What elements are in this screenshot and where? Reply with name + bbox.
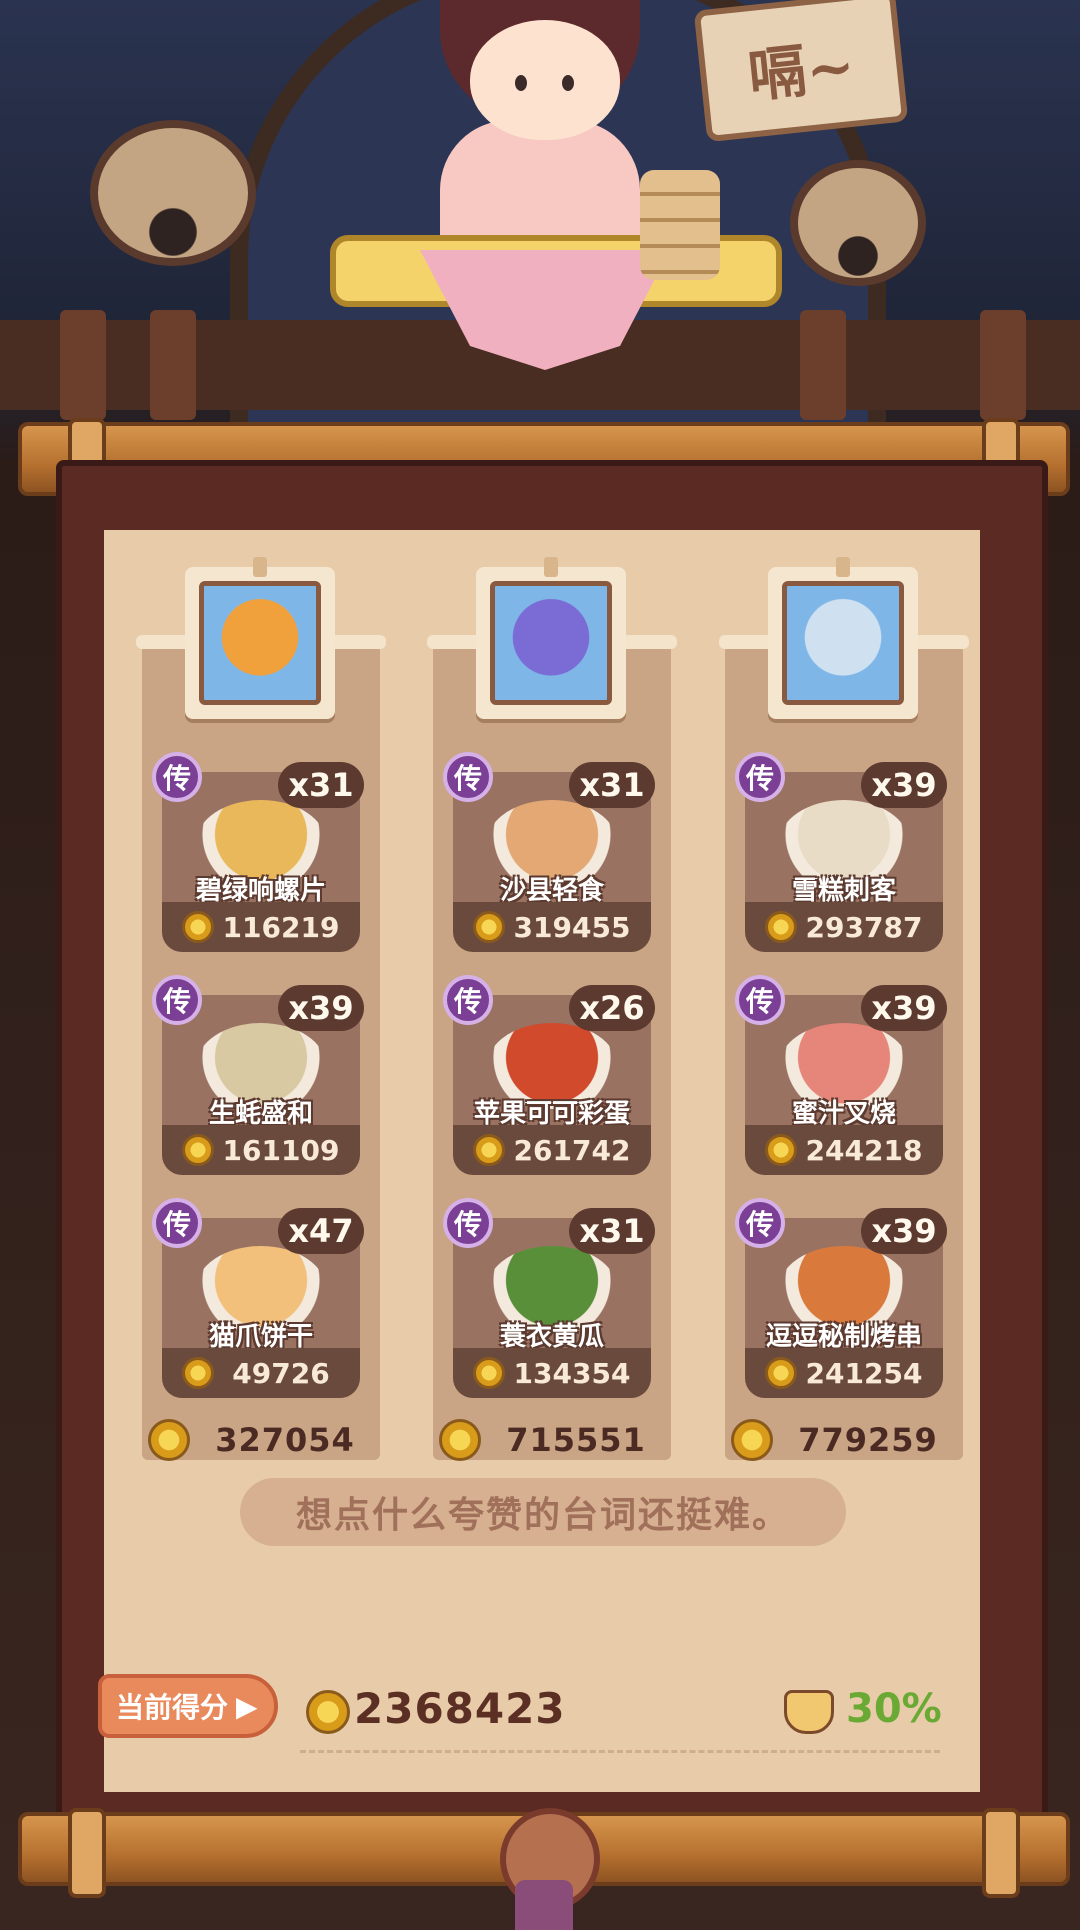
dish-price-row: 319455 — [453, 902, 651, 952]
column-total: 779259 — [725, 1418, 963, 1462]
dish-price-row: 241254 — [745, 1348, 943, 1398]
dish-price: 116219 — [222, 910, 340, 944]
legend-rarity-badge: 传 — [443, 752, 493, 802]
sign-text: 嗝~ — [744, 31, 859, 111]
coin-icon — [731, 1419, 773, 1461]
dish-count: x31 — [569, 1208, 655, 1254]
blue-haired-character-portrait[interactable] — [476, 557, 626, 719]
pin-icon — [544, 557, 558, 577]
dish-count: x39 — [861, 1208, 947, 1254]
dish-price: 261742 — [513, 1133, 631, 1167]
current-score-label: 当前得分 — [116, 1691, 229, 1724]
dish-count: x31 — [569, 762, 655, 808]
legend-rarity-badge: 传 — [443, 975, 493, 1025]
dish-card[interactable]: 传 x39 雪糕刺客 293787 — [735, 752, 947, 958]
coin-icon — [182, 911, 214, 943]
coin-icon — [765, 1134, 797, 1166]
coin-icon — [182, 1134, 214, 1166]
column-total-value: 715551 — [506, 1421, 646, 1459]
dish-price: 241254 — [805, 1356, 923, 1390]
dish-card[interactable]: 传 x31 碧绿响螺片 116219 — [152, 752, 364, 958]
legend-rarity-badge: 传 — [152, 1198, 202, 1248]
dish-card[interactable]: 传 x39 蜜汁叉烧 244218 — [735, 975, 947, 1181]
dish-count: x39 — [278, 985, 364, 1031]
white-haired-character-portrait[interactable] — [768, 557, 918, 719]
tassel-ornament — [515, 1880, 573, 1930]
dish-card[interactable]: 传 x31 蓑衣黄瓜 134354 — [443, 1198, 655, 1404]
dish-card[interactable]: 传 x31 沙县轻食 319455 — [443, 752, 655, 958]
dish-price-row: 134354 — [453, 1348, 651, 1398]
dish-price-row: 293787 — [745, 902, 943, 952]
coin-icon — [148, 1419, 190, 1461]
legend-rarity-badge: 传 — [152, 975, 202, 1025]
dish-count: x47 — [278, 1208, 364, 1254]
dish-price-row: 161109 — [162, 1125, 360, 1175]
portrait-image — [782, 581, 904, 705]
coin-icon — [765, 1357, 797, 1389]
pin-icon — [836, 557, 850, 577]
legend-rarity-badge: 传 — [152, 752, 202, 802]
dish-price: 49726 — [232, 1356, 330, 1390]
pin-icon — [253, 557, 267, 577]
eye-icon — [515, 75, 527, 91]
column-total-value: 779259 — [798, 1421, 938, 1459]
dish-price: 244218 — [805, 1133, 923, 1167]
speech-bubble: 想点什么夸赞的台词还挺难。 — [240, 1478, 846, 1546]
coin-icon — [182, 1357, 214, 1389]
fan-decoration — [790, 160, 926, 286]
fence-post — [150, 310, 196, 420]
dish-card[interactable]: 传 x47 猫爪饼干 49726 — [152, 1198, 364, 1404]
fan-decoration — [90, 120, 256, 266]
coin-icon — [473, 1357, 505, 1389]
dish-count: x26 — [569, 985, 655, 1031]
coin-icon — [439, 1419, 481, 1461]
dish-card[interactable]: 传 x39 逗逗秘制烤串 241254 — [735, 1198, 947, 1404]
satiety-percent: 30% — [846, 1686, 942, 1732]
satiety-bowl-icon — [784, 1690, 834, 1734]
rod-end — [68, 1808, 106, 1898]
dish-price-row: 49726 — [162, 1348, 360, 1398]
score-value: 2368423 — [354, 1684, 566, 1733]
fence-post — [800, 310, 846, 420]
dish-price-row: 261742 — [453, 1125, 651, 1175]
dish-count: x39 — [861, 762, 947, 808]
coin-icon — [473, 911, 505, 943]
legend-rarity-badge: 传 — [735, 752, 785, 802]
burp-sign: 嗝~ — [693, 0, 909, 143]
coin-icon — [765, 911, 797, 943]
coin-icon — [473, 1134, 505, 1166]
dish-price-row: 116219 — [162, 902, 360, 952]
portrait-image — [490, 581, 612, 705]
column-total: 715551 — [433, 1418, 671, 1462]
dish-card[interactable]: 传 x26 苹果可可彩蛋 261742 — [443, 975, 655, 1181]
dashed-divider — [300, 1750, 940, 1753]
current-score-button[interactable]: 当前得分 ▶ — [98, 1674, 278, 1738]
column-total: 327054 — [142, 1418, 380, 1462]
dish-price: 161109 — [222, 1133, 340, 1167]
bear-character-portrait[interactable] — [185, 557, 335, 719]
legend-rarity-badge: 传 — [443, 1198, 493, 1248]
dish-price: 319455 — [513, 910, 631, 944]
legend-rarity-badge: 传 — [735, 1198, 785, 1248]
portrait-image — [199, 581, 321, 705]
play-arrow-icon: ▶ — [236, 1689, 258, 1723]
coin-icon — [306, 1690, 350, 1734]
dish-card[interactable]: 传 x39 生蚝盛和 161109 — [152, 975, 364, 1181]
fence-post — [60, 310, 106, 420]
eye-icon — [562, 75, 574, 91]
column-total-value: 327054 — [215, 1421, 355, 1459]
character-face — [470, 20, 620, 140]
stacked-bowls — [640, 170, 720, 280]
rod-end — [982, 1808, 1020, 1898]
dish-price-row: 244218 — [745, 1125, 943, 1175]
dish-count: x31 — [278, 762, 364, 808]
dish-price: 134354 — [513, 1356, 631, 1390]
fence-post — [980, 310, 1026, 420]
legend-rarity-badge: 传 — [735, 975, 785, 1025]
dish-price: 293787 — [805, 910, 923, 944]
dish-count: x39 — [861, 985, 947, 1031]
